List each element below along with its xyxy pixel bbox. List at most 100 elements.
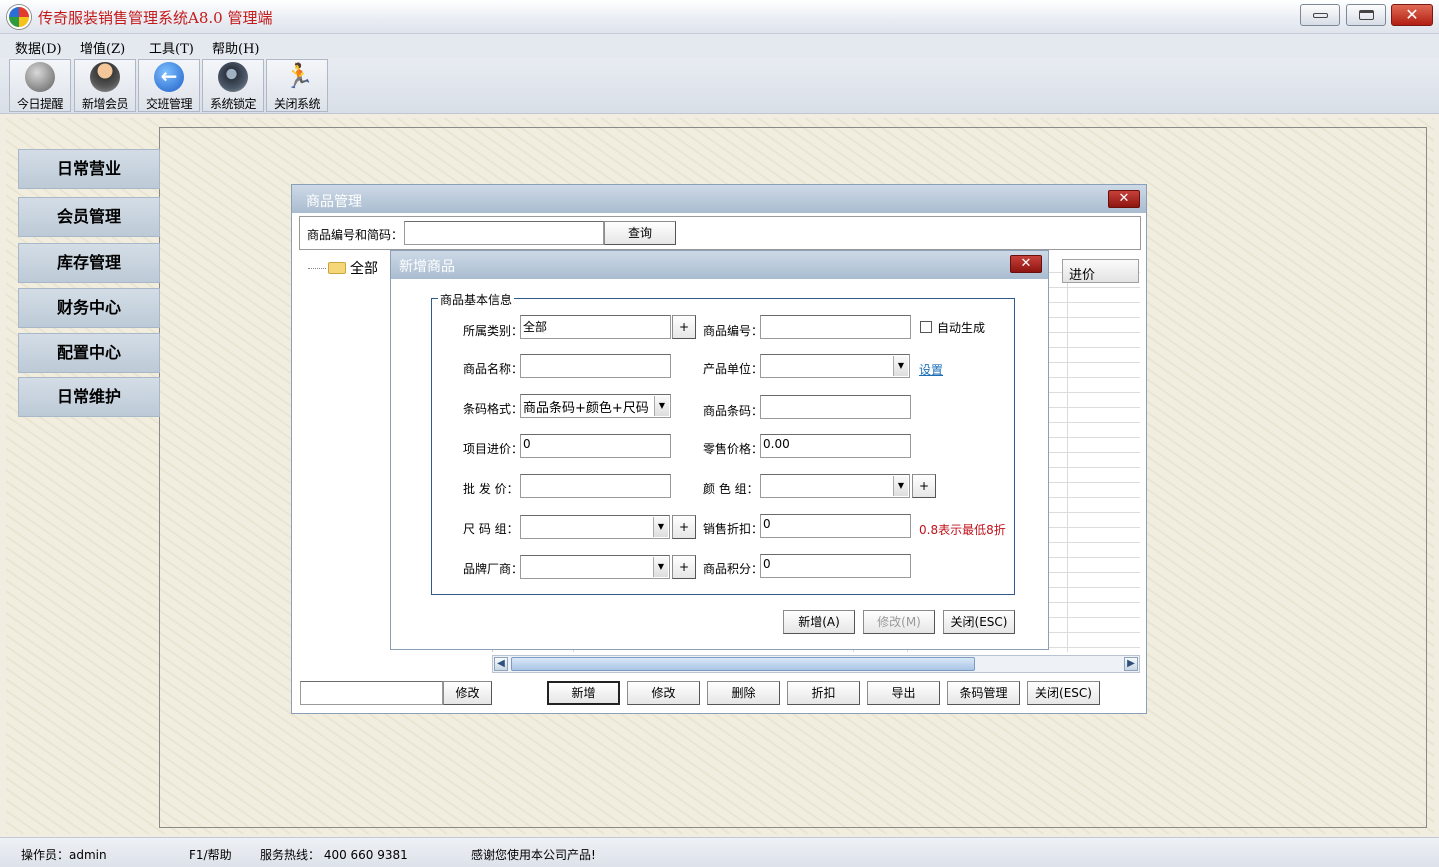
add-category-button[interactable]: + — [672, 315, 696, 339]
bottom-edit-button[interactable]: 修改 — [443, 681, 492, 705]
brand-label: 品牌厂商： — [463, 562, 524, 576]
discount-button[interactable]: 折扣 — [787, 681, 860, 705]
app-logo-icon — [7, 5, 31, 29]
unit-select[interactable]: ▼ — [760, 354, 910, 378]
status-bar: 操作员：admin F1/帮助 服务热线： 400 660 9381 感谢您使用… — [0, 837, 1439, 867]
chevron-down-icon[interactable]: ▼ — [654, 396, 669, 416]
edit-product-button[interactable]: 修改 — [627, 681, 700, 705]
discount-input[interactable]: 0 — [760, 514, 911, 538]
scroll-left-icon[interactable]: ◀ — [494, 657, 508, 671]
discount-hint: 0.8表示最低8折 — [919, 523, 1006, 537]
chevron-down-icon[interactable]: ▼ — [653, 517, 668, 537]
auto-generate-checkbox[interactable] — [920, 321, 932, 333]
minimize-button[interactable] — [1300, 4, 1340, 26]
basic-info-legend: 商品基本信息 — [438, 291, 515, 308]
product-no-label: 商品编号： — [703, 324, 764, 338]
category-label: 所属类别： — [463, 324, 524, 338]
grid-header-purchase-price[interactable]: 进价 — [1062, 259, 1139, 283]
retail-price-input[interactable]: 0.00 — [760, 434, 911, 458]
product-manager-close-esc-button[interactable]: 关闭(ESC) — [1027, 681, 1100, 705]
add-member-button[interactable]: 新增会员 — [74, 59, 136, 112]
dialog-edit-button[interactable]: 修改(M) — [863, 610, 935, 634]
chevron-down-icon[interactable]: ▼ — [653, 557, 668, 577]
app-title: 传奇服装销售管理系统A8.0 管理端 — [38, 9, 273, 27]
add-product-close-button[interactable]: ✕ — [1010, 255, 1042, 273]
nav-member-management[interactable]: 会员管理 — [18, 197, 160, 237]
menu-tools[interactable]: 工具(T) — [149, 38, 194, 57]
unit-settings-link[interactable]: 设置 — [919, 361, 943, 378]
dialog-close-button[interactable]: 关闭(ESC) — [943, 610, 1015, 634]
add-brand-button[interactable]: + — [672, 555, 696, 579]
nav-daily-maintenance[interactable]: 日常维护 — [18, 377, 160, 417]
unit-label: 产品单位： — [703, 362, 764, 376]
horizontal-scrollbar[interactable]: ◀ ▶ — [492, 655, 1140, 673]
product-manager-title: 商品管理 — [306, 194, 362, 210]
nav-config-center[interactable]: 配置中心 — [18, 333, 160, 373]
points-input[interactable]: 0 — [760, 554, 911, 578]
add-member-label: 新增会员 — [81, 97, 129, 111]
system-lock-button[interactable]: 系统锁定 — [202, 59, 264, 112]
name-input[interactable] — [520, 354, 671, 378]
close-system-button[interactable]: 关闭系统 — [266, 59, 328, 112]
search-panel: 商品编号和简码： 查询 — [299, 216, 1141, 250]
back-arrow-icon — [154, 62, 184, 92]
size-group-label: 尺 码 组： — [463, 522, 519, 536]
shift-handover-button[interactable]: 交班管理 — [138, 59, 200, 112]
color-group-select[interactable]: ▼ — [760, 474, 910, 498]
tree-item-label: 全部 — [350, 261, 378, 277]
color-group-label: 颜 色 组： — [703, 482, 759, 496]
tree-connector — [308, 268, 326, 269]
system-lock-label: 系统锁定 — [209, 97, 257, 111]
grid-column-line — [1067, 283, 1068, 652]
scroll-right-icon[interactable]: ▶ — [1124, 657, 1138, 671]
auto-generate-label: 自动生成 — [937, 321, 986, 335]
lock-icon — [218, 62, 248, 92]
menu-addon[interactable]: 增值(Z) — [80, 38, 125, 57]
maximize-button[interactable] — [1346, 4, 1386, 26]
close-system-label: 关闭系统 — [273, 97, 321, 111]
product-manager-titlebar: 商品管理 ✕ — [292, 185, 1146, 213]
brand-select[interactable]: ▼ — [520, 555, 670, 579]
size-group-select[interactable]: ▼ — [520, 515, 670, 539]
delete-product-button[interactable]: 删除 — [707, 681, 780, 705]
barcode-label: 商品条码： — [703, 404, 764, 418]
nav-inventory-management[interactable]: 库存管理 — [18, 243, 160, 283]
close-window-button[interactable]: ✕ — [1391, 4, 1433, 26]
nav-finance-center[interactable]: 财务中心 — [18, 288, 160, 328]
add-size-group-button[interactable]: + — [672, 515, 696, 539]
query-button[interactable]: 查询 — [604, 221, 676, 245]
product-manager-close-button[interactable]: ✕ — [1108, 190, 1140, 208]
export-button[interactable]: 导出 — [867, 681, 940, 705]
dialog-add-button[interactable]: 新增(A) — [783, 610, 855, 634]
barcode-format-select[interactable]: 商品条码+颜色+尺码 ▼ — [520, 394, 671, 418]
add-product-button[interactable]: 新增 — [547, 681, 620, 705]
add-color-group-button[interactable]: + — [912, 474, 936, 498]
barcode-management-button[interactable]: 条码管理 — [947, 681, 1020, 705]
points-label: 商品积分： — [703, 562, 764, 576]
product-no-input[interactable] — [760, 315, 911, 339]
category-input[interactable]: 全部 — [520, 315, 671, 339]
close-icon: ✕ — [1405, 5, 1419, 24]
scroll-thumb[interactable] — [511, 657, 975, 671]
menu-help[interactable]: 帮助(H) — [212, 38, 259, 57]
basic-info-group: 商品基本信息 所属类别： 全部 + 商品编号： 自动生成 商品名称： 产品单位：… — [431, 291, 1015, 595]
operator-status: 操作员：admin — [21, 848, 107, 862]
menu-data[interactable]: 数据(D) — [15, 38, 62, 57]
chevron-down-icon[interactable]: ▼ — [893, 356, 908, 376]
toolbar: 今日提醒 新增会员 交班管理 系统锁定 关闭系统 — [0, 58, 1439, 114]
bottom-edit-input[interactable] — [300, 681, 443, 705]
user-icon — [90, 62, 120, 92]
discount-label: 销售折扣： — [703, 522, 764, 536]
wholesale-price-input[interactable] — [520, 474, 671, 498]
help-status: F1/帮助 — [189, 848, 232, 862]
tree-item-all[interactable]: 全部 — [308, 258, 378, 278]
wholesale-price-label: 批 发 价： — [463, 482, 519, 496]
purchase-price-input[interactable]: 0 — [520, 434, 671, 458]
speaker-icon — [25, 62, 55, 92]
nav-daily-business[interactable]: 日常营业 — [18, 149, 160, 189]
add-product-titlebar: 新增商品 ✕ — [391, 251, 1048, 279]
chevron-down-icon[interactable]: ▼ — [893, 476, 908, 496]
barcode-input[interactable] — [760, 395, 911, 419]
search-input[interactable] — [404, 221, 604, 245]
today-reminder-button[interactable]: 今日提醒 — [9, 59, 71, 112]
